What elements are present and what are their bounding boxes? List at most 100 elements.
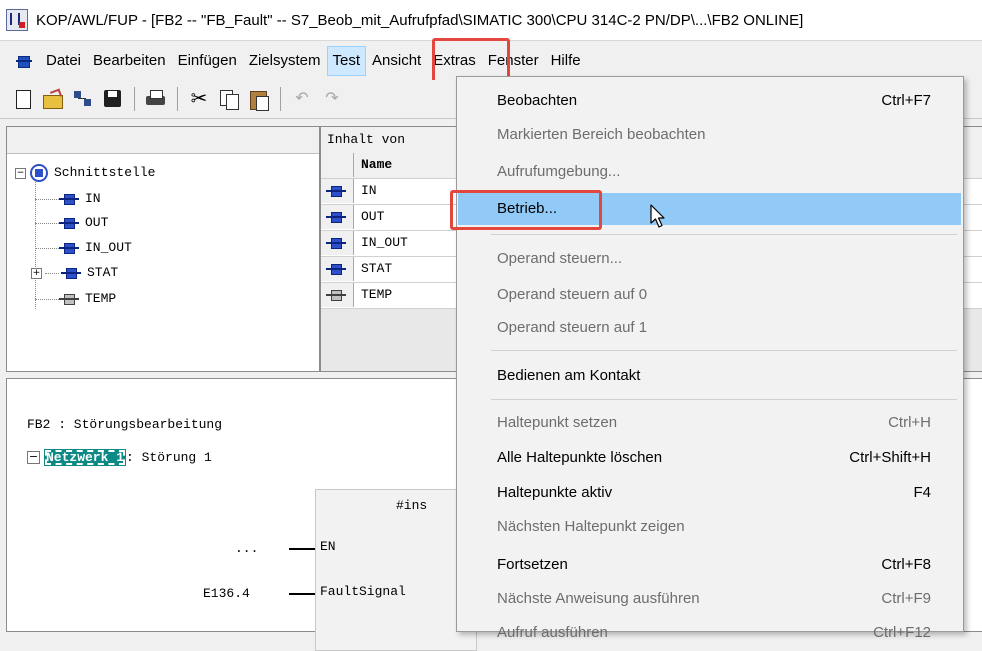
redo-icon[interactable]: ↷ <box>320 87 344 111</box>
window-title: KOP/AWL/FUP - [FB2 -- "FB_Fault" -- S7_B… <box>36 11 804 29</box>
row-name: STAT <box>361 261 393 276</box>
row-icon-cell <box>321 283 354 307</box>
row-header-cell <box>321 153 354 177</box>
menu-item-haltepunkt-setzen[interactable]: Haltepunkt setzen Ctrl+H <box>457 407 961 439</box>
open-icon[interactable] <box>41 87 65 111</box>
menu-item-aufruf-ausfuehren[interactable]: Aufruf ausführen Ctrl+F12 <box>457 617 961 649</box>
column-header-name[interactable]: Name <box>361 153 392 177</box>
row-name: IN_OUT <box>361 235 408 250</box>
function-block-box[interactable]: #ins EN FaultSignal <box>315 489 477 651</box>
tree-item-in[interactable]: IN <box>59 189 101 209</box>
network-header: − Netzwerk 1 : Störung 1 <box>27 449 212 466</box>
menu-item-shortcut: F4 <box>913 484 931 501</box>
network-icon[interactable] <box>71 87 95 111</box>
network-label[interactable]: Netzwerk 1 <box>44 449 127 466</box>
collapse-icon[interactable]: − <box>15 167 26 179</box>
tree-line <box>35 248 59 249</box>
output-icon <box>59 217 79 229</box>
menu-item-label: Operand steuern auf 1 <box>497 319 648 336</box>
menu-ansicht[interactable]: Ansicht <box>366 46 427 76</box>
tree-item-label: TEMP <box>85 291 117 306</box>
menu-item-fortsetzen[interactable]: Fortsetzen Ctrl+F8 <box>457 549 961 581</box>
tree-item-schnittstelle[interactable]: − Schnittstelle <box>15 163 155 183</box>
menu-item-label: Haltepunkte aktiv <box>497 484 613 501</box>
temp-icon <box>326 289 346 301</box>
menu-zielsystem[interactable]: Zielsystem <box>243 46 327 76</box>
menu-item-shortcut: Ctrl+Shift+H <box>849 449 931 466</box>
tree-line <box>35 223 59 224</box>
en-wire <box>289 548 315 550</box>
instance-label: #ins <box>396 498 428 513</box>
menu-item-markierten-bereich[interactable]: Markierten Bereich beobachten <box>457 119 961 151</box>
menu-datei[interactable]: Datei <box>40 46 87 76</box>
menu-bearbeiten[interactable]: Bearbeiten <box>87 46 172 76</box>
menu-item-alle-haltepunkte-loeschen[interactable]: Alle Haltepunkte löschen Ctrl+Shift+H <box>457 442 961 474</box>
temp-icon <box>59 293 79 305</box>
menu-item-label: Operand steuern... <box>497 250 623 267</box>
menu-item-operand-steuern-1[interactable]: Operand steuern auf 1 <box>457 312 961 344</box>
static-icon <box>326 263 346 275</box>
menu-item-naechste-anweisung[interactable]: Nächste Anweisung ausführen Ctrl+F9 <box>457 583 961 615</box>
row-icon-cell <box>321 205 354 229</box>
expand-icon[interactable]: + <box>31 267 42 279</box>
menu-item-haltepunkte-aktiv[interactable]: Haltepunkte aktiv F4 <box>457 477 961 509</box>
menu-hilfe[interactable]: Hilfe <box>545 46 587 76</box>
collapse-icon[interactable]: − <box>27 451 40 464</box>
tree-item-out[interactable]: OUT <box>59 213 108 233</box>
output-icon <box>326 211 346 223</box>
row-icon-cell <box>321 257 354 281</box>
menu-item-naechsten-haltepunkt[interactable]: Nächsten Haltepunkt zeigen <box>457 511 961 543</box>
tree-header <box>7 127 319 154</box>
menu-item-label: Alle Haltepunkte löschen <box>497 449 663 466</box>
tree-item-temp[interactable]: TEMP <box>59 289 116 309</box>
menu-test[interactable]: Test <box>326 46 367 76</box>
row-name: TEMP <box>361 287 393 302</box>
row-name: IN <box>361 183 377 198</box>
menu-einfuegen[interactable]: Einfügen <box>172 46 243 76</box>
print-icon[interactable] <box>144 87 168 111</box>
menu-item-label: Aufrufumgebung... <box>497 163 621 180</box>
input-icon <box>326 185 346 197</box>
app-icon <box>6 9 28 31</box>
menu-item-shortcut: Ctrl+F12 <box>873 624 931 641</box>
menu-item-shortcut: Ctrl+H <box>888 414 931 431</box>
tree-item-label: OUT <box>85 215 109 230</box>
title-bar: KOP/AWL/FUP - [FB2 -- "FB_Fault" -- S7_B… <box>0 0 982 41</box>
in-out-icon <box>326 237 346 249</box>
menu-item-label: Operand steuern auf 0 <box>497 286 648 303</box>
paste-icon[interactable] <box>247 87 271 111</box>
toolbar-separator <box>134 87 135 111</box>
undo-icon[interactable]: ↶ <box>290 87 314 111</box>
menu-item-operand-steuern[interactable]: Operand steuern... <box>457 243 961 275</box>
new-icon[interactable] <box>11 87 35 111</box>
block-title: FB2 : Störungsbearbeitung <box>27 417 223 432</box>
document-icon[interactable] <box>16 55 34 68</box>
menu-item-shortcut: Ctrl+F7 <box>881 92 931 109</box>
static-icon <box>61 267 81 279</box>
in-out-icon <box>59 242 79 254</box>
menu-item-label: Nächste Anweisung ausführen <box>497 590 700 607</box>
tree-line <box>35 199 59 200</box>
menu-item-aufrufumgebung[interactable]: Aufrufumgebung... <box>457 156 961 188</box>
menu-item-beobachten[interactable]: Beobachten Ctrl+F7 <box>457 85 961 117</box>
menu-item-label: Nächsten Haltepunkt zeigen <box>497 518 685 535</box>
menu-item-shortcut: Ctrl+F8 <box>881 556 931 573</box>
menu-item-operand-steuern-0[interactable]: Operand steuern auf 0 <box>457 279 961 311</box>
menu-item-label: Aufruf ausführen <box>497 624 608 641</box>
cut-icon[interactable]: ✂ <box>187 87 211 111</box>
tree-item-label: IN <box>85 191 101 206</box>
save-icon[interactable] <box>101 87 125 111</box>
en-operand[interactable]: ... <box>235 541 258 556</box>
menu-item-bedienen-am-kontakt[interactable]: Bedienen am Kontakt <box>457 360 961 392</box>
en-pin: EN <box>320 539 336 554</box>
menu-item-label: Fortsetzen <box>497 556 568 573</box>
copy-icon[interactable] <box>217 87 241 111</box>
tree-item-stat[interactable]: + STAT <box>31 263 118 283</box>
tree-item-label: Schnittstelle <box>54 165 156 180</box>
menu-separator <box>491 350 957 351</box>
row-name: OUT <box>361 209 385 224</box>
tree-line <box>35 299 59 300</box>
tree-item-in-out[interactable]: IN_OUT <box>59 238 132 258</box>
input-icon <box>59 193 79 205</box>
fault-operand[interactable]: E136.4 <box>203 586 250 601</box>
